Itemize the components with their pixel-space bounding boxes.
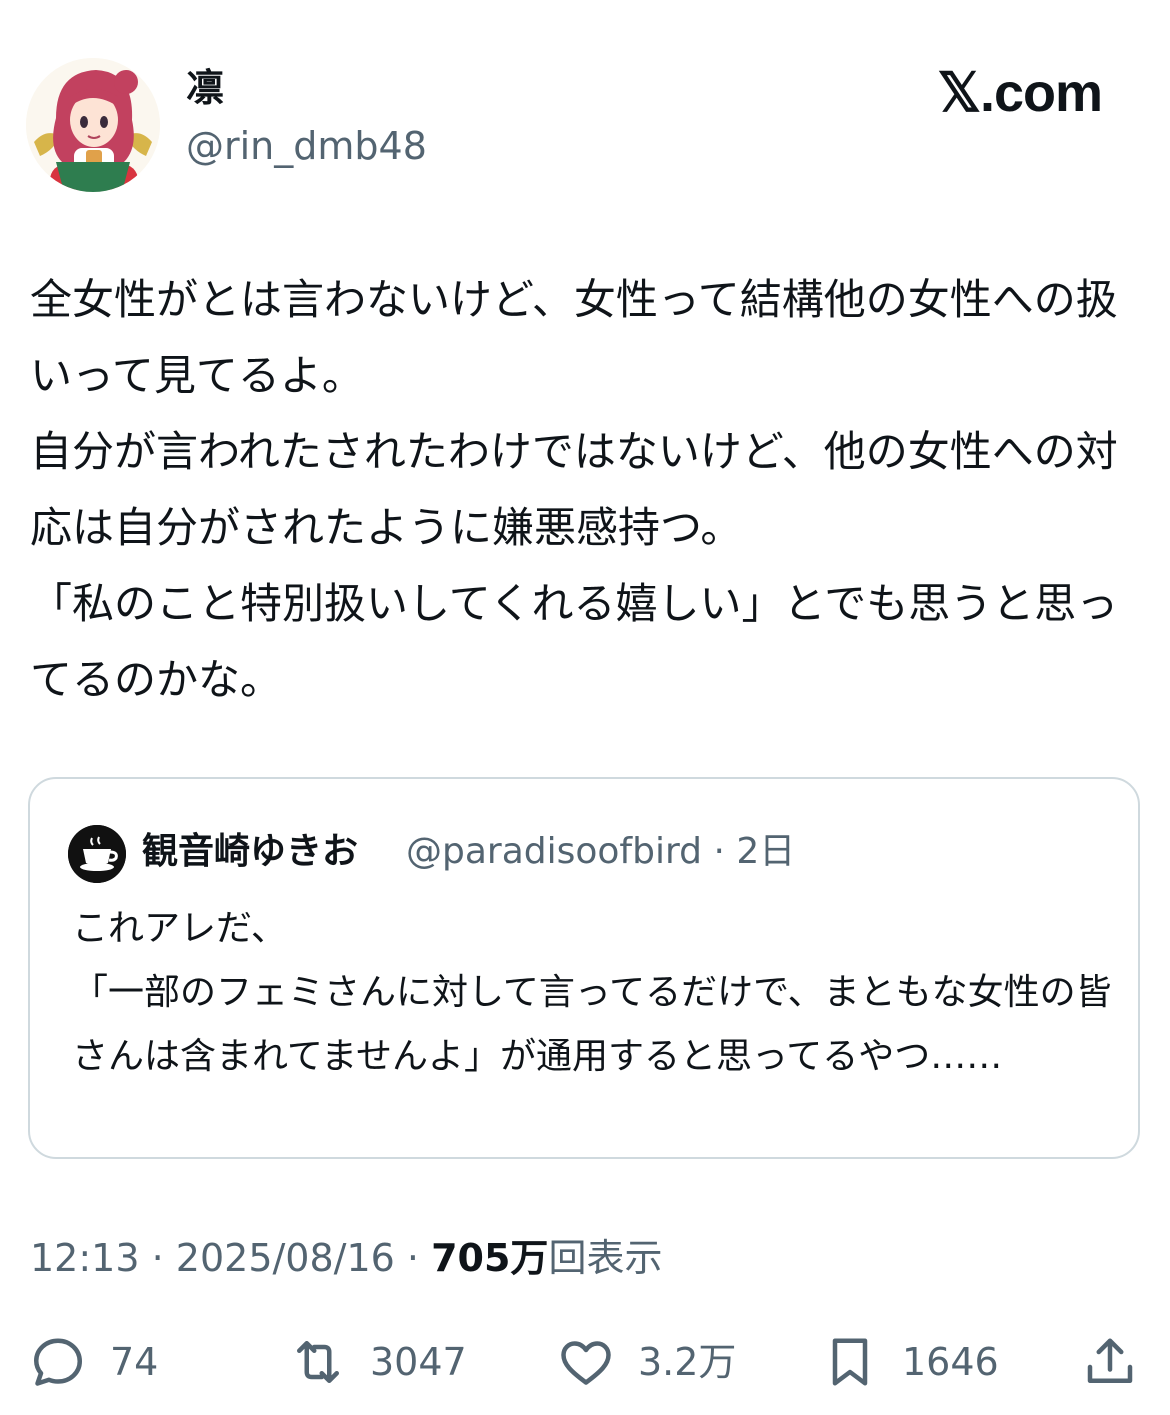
quoted-separator: · xyxy=(713,831,725,872)
meta-separator: · xyxy=(406,1236,420,1280)
quoted-tweet-age: 2日 xyxy=(736,831,796,872)
share-button[interactable] xyxy=(1080,1325,1140,1399)
views-count: 705万 xyxy=(431,1236,549,1280)
reply-bubble-icon xyxy=(34,1338,82,1386)
repost-button[interactable]: 3047 xyxy=(288,1325,467,1399)
like-button[interactable]: 3.2万 xyxy=(556,1325,736,1399)
tweet-meta: 12:13 · 2025/08/16 · 705万回表示 xyxy=(30,1232,662,1284)
repost-count: 3047 xyxy=(370,1340,467,1384)
action-bar: 74 3047 3.2万 1646 xyxy=(0,1325,1170,1399)
quoted-author-avatar xyxy=(68,825,126,883)
reply-count: 74 xyxy=(110,1340,159,1384)
share-upload-icon xyxy=(1087,1338,1133,1383)
quoted-author-display-name: 観音崎ゆきお xyxy=(142,831,359,872)
bookmark-count: 1646 xyxy=(902,1340,999,1384)
tweet-date[interactable]: 2025/08/16 xyxy=(176,1236,395,1280)
quoted-author-handle: @paradisoofbird xyxy=(406,831,702,872)
quoted-author-handle-and-age: @paradisoofbird · 2日 xyxy=(406,825,795,879)
x-com-watermark: 𝕏.com xyxy=(937,63,1103,123)
author-handle[interactable]: @rin_dmb48 xyxy=(186,122,427,170)
meta-separator: · xyxy=(151,1236,164,1280)
author-display-name[interactable]: 凛 xyxy=(186,64,224,112)
anime-character-avatar-icon xyxy=(26,58,160,192)
bookmark-icon xyxy=(832,1338,868,1386)
quoted-tweet-text: これアレだ、 「一部のフェミさんに対して言ってるだけで、まともな女性の皆さんは含… xyxy=(72,908,1112,1077)
views-label: 回表示 xyxy=(548,1236,663,1280)
coffee-cup-avatar-icon xyxy=(68,825,126,883)
quoted-tweet-card[interactable]: 観音崎ゆきお @paradisoofbird · 2日 これアレだ、 「一部のフ… xyxy=(28,777,1140,1159)
tweet-time[interactable]: 12:13 xyxy=(30,1236,140,1280)
bookmark-button[interactable]: 1646 xyxy=(820,1325,999,1399)
like-count: 3.2万 xyxy=(638,1340,737,1384)
repost-arrows-icon xyxy=(297,1341,339,1383)
reply-button[interactable]: 74 xyxy=(28,1325,158,1399)
tweet-text: 全女性がとは言わないけど、女性って結構他の女性への扱いって見てるよ。 自分が言わ… xyxy=(30,275,1119,704)
heart-icon xyxy=(561,1341,611,1385)
author-avatar[interactable] xyxy=(26,58,160,192)
